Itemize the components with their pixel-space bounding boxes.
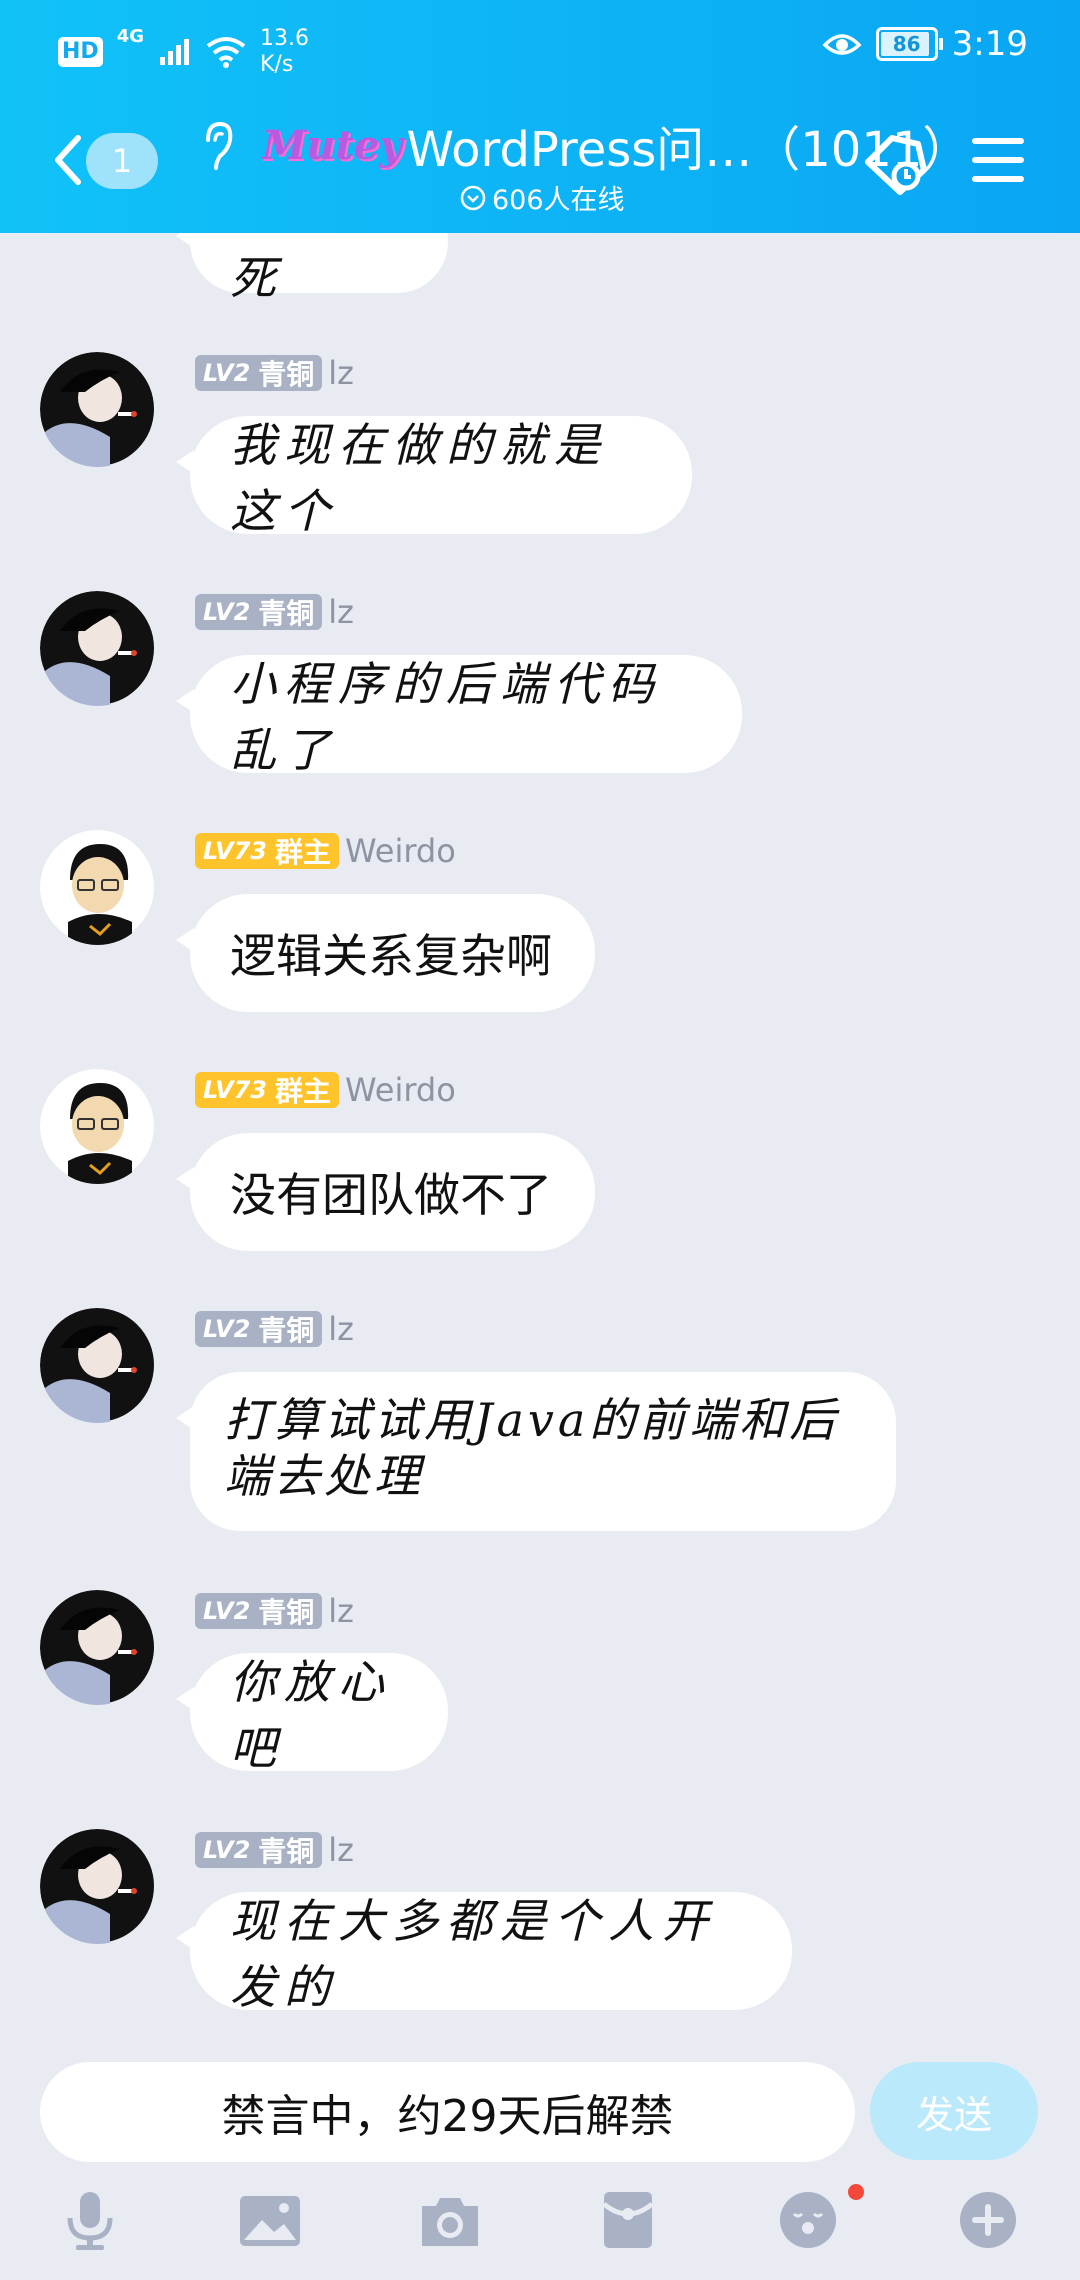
sender-meta: LV2 青铜 lz [195, 1831, 354, 1869]
plus-icon[interactable] [958, 2190, 1018, 2250]
signal-icon [160, 39, 189, 65]
avatar[interactable] [40, 1308, 155, 1423]
message-input[interactable]: 禁言中，约29天后解禁 [40, 2062, 855, 2162]
message-bubble[interactable]: 逻辑关系复杂啊 [176, 894, 595, 1012]
notification-dot [848, 2184, 864, 2200]
sender-meta: LV73 群主 Weirdo [195, 832, 456, 870]
earpiece-mode-icon[interactable] [198, 118, 238, 178]
image-icon[interactable] [238, 2190, 302, 2250]
emoji-icon[interactable] [778, 2190, 838, 2250]
level-tag: LV2 青铜 [195, 355, 323, 391]
sender-name[interactable]: Weirdo [345, 832, 456, 870]
level-tag: LV73 群主 [195, 833, 339, 869]
avatar[interactable] [40, 1590, 155, 1705]
level-tag: LV2 青铜 [195, 1593, 323, 1629]
avatar[interactable] [40, 830, 155, 945]
network-type: 4G [116, 26, 144, 47]
sender-name[interactable]: lz [328, 1831, 354, 1869]
level-tag: LV73 群主 [195, 1072, 339, 1108]
group-tag-icon[interactable] [862, 128, 932, 198]
sender-name[interactable]: Weirdo [345, 1071, 456, 1109]
online-count: 606人在线 [460, 178, 625, 217]
sender-meta: LV2 青铜 lz [195, 593, 354, 631]
status-bar-left: HD 4G 13.6 K/s [58, 26, 309, 78]
sender-name[interactable]: lz [328, 1310, 354, 1348]
sender-name[interactable]: lz [328, 354, 354, 392]
chat-header: HD 4G 13.6 K/s 86 3:19 1 Mutey WordPress… [0, 0, 1080, 233]
message-bubble[interactable]: 我现在做的就是这个 [176, 416, 692, 538]
group-logo: Mutey [262, 121, 403, 169]
menu-icon[interactable] [972, 136, 1024, 184]
eye-comfort-icon [822, 34, 862, 55]
sender-meta: LV73 群主 Weirdo [195, 1071, 456, 1109]
back-arrow-icon[interactable] [48, 130, 88, 190]
chevron-circle-icon [460, 185, 486, 210]
battery-indicator: 86 [875, 27, 943, 61]
message-bubble[interactable]: 没有团队做不了 [176, 1133, 595, 1251]
unread-count-badge[interactable]: 1 [86, 133, 158, 189]
message-bubble[interactable]: 打算试试用Java的前端和后端去处理 [176, 1372, 896, 1531]
sender-name[interactable]: lz [328, 593, 354, 631]
hd-indicator: HD [58, 37, 103, 67]
sender-name[interactable]: lz [328, 1592, 354, 1630]
message-bubble[interactable]: 现在大多都是个人开发的 [176, 1892, 792, 2014]
level-tag: LV2 青铜 [195, 1832, 323, 1868]
message-bubble[interactable]: 小程序的后端代码乱了 [176, 655, 742, 777]
network-speed: 13.6 K/s [260, 26, 309, 77]
mic-icon[interactable] [60, 2190, 120, 2250]
avatar[interactable] [40, 1069, 155, 1184]
sender-meta: LV2 青铜 lz [195, 1592, 354, 1630]
message-bubble[interactable]: 你放心吧 [176, 1653, 448, 1775]
level-tag: LV2 青铜 [195, 594, 323, 630]
wifi-icon [206, 37, 246, 68]
send-button[interactable]: 发送 [870, 2062, 1038, 2160]
level-tag: LV2 青铜 [195, 1311, 323, 1347]
sender-meta: LV2 青铜 lz [195, 1310, 354, 1348]
avatar[interactable] [40, 591, 155, 706]
red-packet-icon[interactable] [600, 2190, 656, 2250]
status-bar-right: 86 3:19 [822, 24, 1028, 64]
avatar[interactable] [40, 1829, 155, 1944]
avatar[interactable] [40, 352, 155, 467]
sender-meta: LV2 青铜 lz [195, 354, 354, 392]
clock: 3:19 [951, 24, 1028, 64]
camera-icon[interactable] [418, 2190, 482, 2250]
